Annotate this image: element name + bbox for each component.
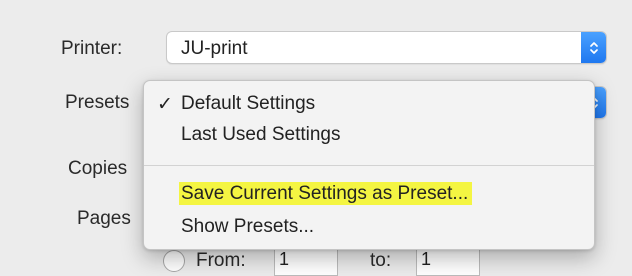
menu-item-show-presets[interactable]: Show Presets...	[144, 213, 594, 243]
from-page-value: 1	[279, 249, 290, 269]
from-label: From:	[196, 250, 246, 271]
presets-menu: ✓ Default Settings Last Used Settings Sa…	[143, 80, 595, 250]
to-page-value: 1	[421, 249, 432, 269]
printer-label: Printer:	[61, 38, 123, 59]
copies-label: Copies	[68, 158, 128, 179]
pages-range-radio[interactable]	[163, 250, 185, 272]
printer-popup[interactable]: JU-print	[166, 31, 607, 64]
menu-item-last-used-settings[interactable]: Last Used Settings	[144, 121, 594, 151]
pages-label: Pages	[77, 208, 131, 229]
highlighted-text: Save Current Settings as Preset...	[179, 182, 473, 205]
to-page-field[interactable]: 1	[416, 246, 480, 276]
to-label: to:	[370, 250, 392, 271]
menu-item-label: Show Presets...	[181, 216, 315, 237]
presets-label: Presets	[65, 92, 130, 113]
up-down-chevron-icon	[581, 32, 606, 63]
printer-value: JU-print	[181, 38, 248, 59]
from-page-field[interactable]: 1	[274, 246, 338, 276]
menu-item-label: Default Settings	[181, 93, 316, 114]
menu-item-default-settings[interactable]: ✓ Default Settings	[144, 90, 594, 120]
menu-item-label: Last Used Settings	[181, 124, 341, 145]
menu-item-save-current-settings-as-preset[interactable]: Save Current Settings as Preset...	[144, 180, 594, 210]
menu-separator	[144, 165, 594, 166]
checkmark-icon: ✓	[157, 94, 173, 115]
menu-item-label: Save Current Settings as Preset...	[179, 182, 473, 205]
